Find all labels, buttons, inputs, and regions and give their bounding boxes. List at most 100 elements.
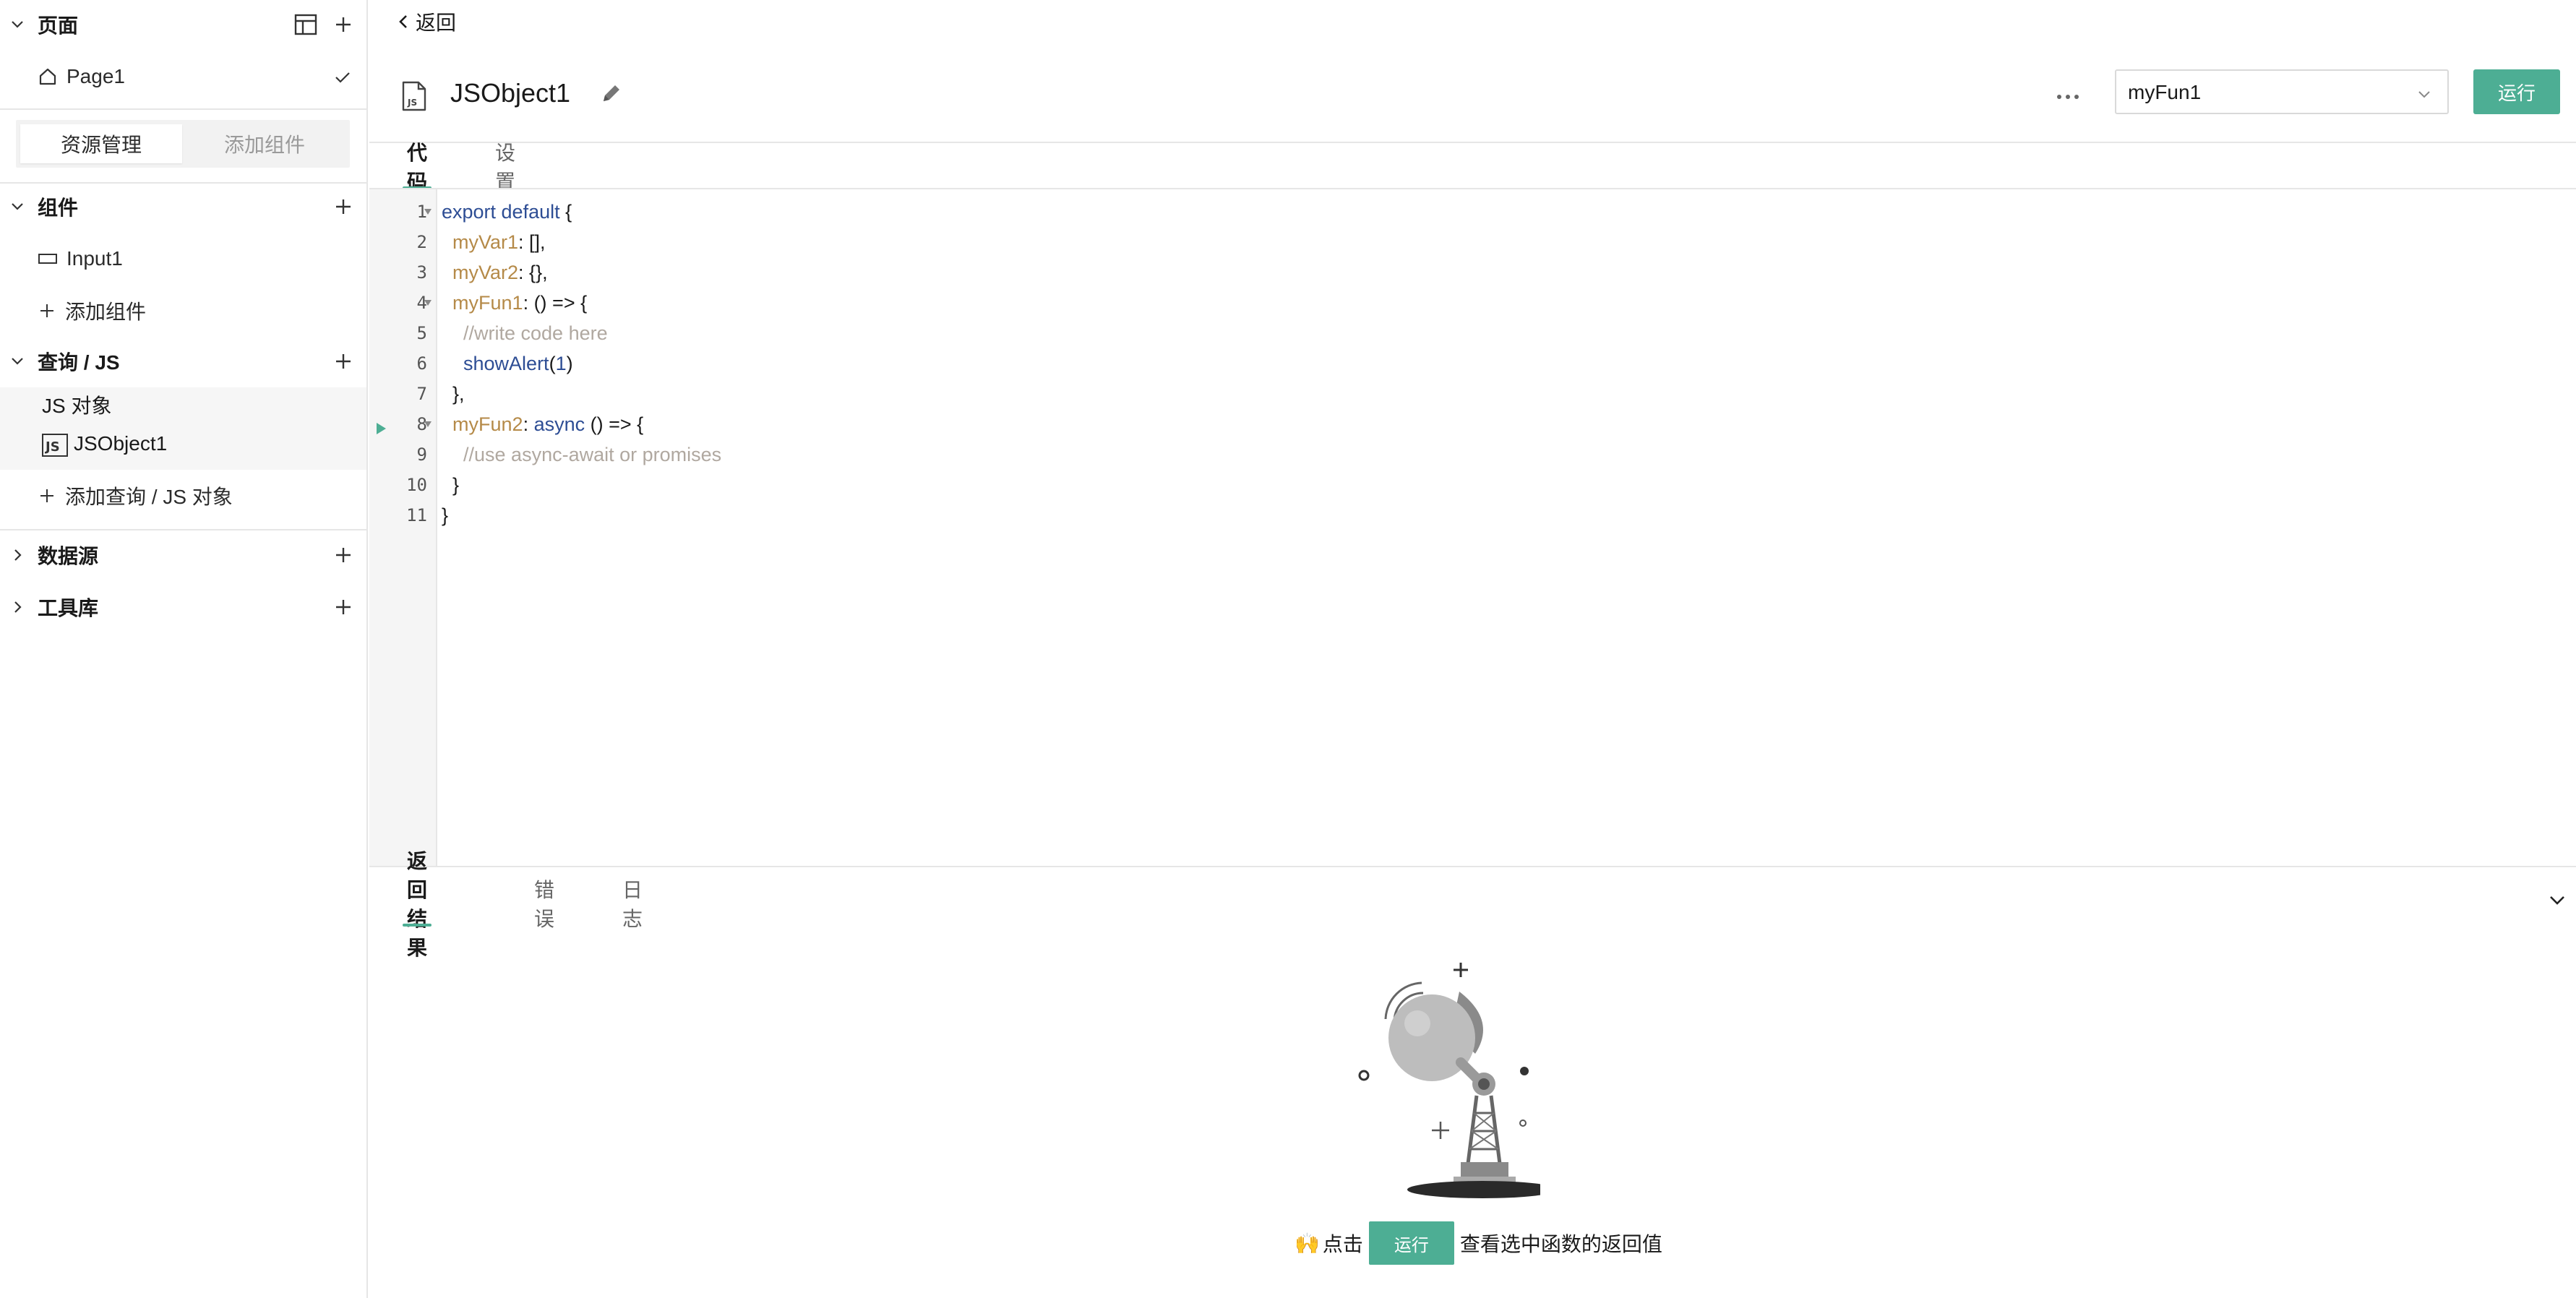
line-number: 2: [416, 232, 427, 252]
input-widget-icon: [38, 249, 58, 269]
widgets-section-header[interactable]: 组件: [0, 185, 366, 228]
raised-hands-icon: 🙌: [1295, 1232, 1320, 1255]
line-number: 4: [416, 293, 427, 313]
hint-suffix-text: 查看选中函数的返回值: [1459, 1233, 1662, 1255]
chevron-down-icon[interactable]: [9, 16, 26, 33]
js-file-icon: JS: [42, 434, 68, 457]
code-line: }: [442, 474, 460, 496]
widget-item-input1[interactable]: Input1: [0, 238, 366, 279]
run-function-gutter-icon[interactable]: [377, 423, 386, 434]
js-object-group: JS 对象 JS JSObject1: [0, 387, 366, 470]
line-number: 5: [416, 323, 427, 343]
code-editor[interactable]: 1 2 3 4 5 6 7 8 9 10 11 export default {…: [369, 189, 2576, 866]
chevron-right-icon[interactable]: [9, 546, 26, 564]
svg-text:JS: JS: [44, 439, 60, 455]
queries-section-header[interactable]: 查询 / JS: [0, 340, 366, 383]
datasources-section-label: 数据源: [38, 545, 99, 567]
add-query-label: 添加查询 / JS 对象: [65, 486, 233, 508]
add-library-icon[interactable]: [333, 597, 353, 617]
line-number-gutter: 1 2 3 4 5 6 7 8 9 10 11: [369, 189, 437, 866]
tab-return-result[interactable]: 返回结果: [403, 850, 432, 959]
code-line: }: [442, 504, 449, 526]
add-widget-label: 添加组件: [65, 301, 147, 323]
check-icon: [333, 68, 352, 87]
main-area: 返回 JS JSObject1 myFun1 运行 代码 设置 1 2 3 4 …: [369, 0, 2576, 1298]
sidebar: 页面 Page1 资源管理 添加组件 组件 Input1 添加组件 查询 / J…: [0, 0, 368, 1298]
page-item-label: Page1: [66, 65, 125, 87]
tab-settings[interactable]: 设置: [495, 142, 515, 193]
line-number: 7: [416, 384, 427, 404]
add-query-link[interactable]: 添加查询 / JS 对象: [38, 481, 233, 510]
active-tab-indicator: [403, 924, 432, 927]
tab-resource-management[interactable]: 资源管理: [20, 124, 182, 163]
fold-arrow-icon[interactable]: [424, 300, 432, 306]
chevron-down-icon[interactable]: [2546, 889, 2569, 912]
tab-logs[interactable]: 日志: [622, 879, 643, 930]
tab-add-widget[interactable]: 添加组件: [184, 124, 345, 163]
fold-arrow-icon[interactable]: [424, 209, 432, 215]
plus-icon: [38, 486, 56, 505]
page-item-page1[interactable]: Page1: [0, 56, 366, 97]
tab-settings-label: 设置: [495, 142, 516, 193]
line-number: 10: [406, 475, 427, 495]
function-select-value: myFun1: [2128, 81, 2202, 103]
chevron-left-icon: [395, 12, 411, 32]
js-object-item-jsobject1[interactable]: JS JSObject1: [0, 425, 366, 465]
code-line: showAlert(1): [463, 353, 573, 374]
tab-logs-label: 日志: [622, 879, 643, 930]
svg-text:JS: JS: [407, 98, 417, 108]
add-datasource-icon[interactable]: [333, 545, 353, 565]
js-group-label: JS 对象: [42, 395, 112, 417]
datasources-section-header[interactable]: 数据源: [0, 533, 366, 577]
code-line: //write code here: [463, 322, 608, 344]
add-widget-icon[interactable]: [333, 197, 353, 217]
pencil-icon[interactable]: [599, 81, 624, 106]
result-panel: 返回结果 错误 日志 🙌 点击 运行 查看选中函数的返回值: [369, 850, 2576, 1298]
chevron-down-icon: [2416, 85, 2433, 103]
line-number: 9: [416, 444, 427, 465]
run-button[interactable]: 运行: [2473, 69, 2560, 114]
tab-return-result-label: 返回结果: [407, 850, 428, 959]
js-file-icon: JS: [401, 81, 427, 111]
code-line: myFun2: async () => {: [452, 413, 644, 435]
js-object-label: JSObject1: [74, 432, 168, 455]
fold-arrow-icon[interactable]: [424, 421, 432, 427]
resource-tab-switch: 资源管理 添加组件: [16, 120, 350, 168]
pages-section-label: 页面: [38, 14, 79, 37]
tab-code[interactable]: 代码: [403, 142, 432, 193]
hint-click-text: 点击: [1322, 1233, 1363, 1255]
plus-icon: [38, 301, 56, 320]
code-line: },: [442, 383, 465, 405]
add-query-icon[interactable]: [333, 351, 353, 371]
home-icon: [38, 66, 58, 87]
chevron-right-icon[interactable]: [9, 598, 26, 616]
function-select[interactable]: myFun1: [2115, 69, 2449, 114]
divider: [0, 108, 366, 110]
widgets-section-label: 组件: [38, 197, 79, 219]
libraries-section-header[interactable]: 工具库: [0, 585, 366, 629]
line-number: 6: [416, 353, 427, 374]
tab-errors[interactable]: 错误: [534, 879, 554, 930]
widget-item-label: Input1: [66, 247, 123, 270]
tab-errors-label: 错误: [534, 879, 555, 930]
back-label: 返回: [416, 12, 457, 34]
back-link[interactable]: 返回: [395, 7, 456, 36]
chevron-down-icon[interactable]: [9, 353, 26, 370]
hint-run-button[interactable]: 运行: [1368, 1221, 1454, 1265]
object-name[interactable]: JSObject1: [450, 78, 570, 108]
divider: [0, 529, 366, 530]
libraries-section-label: 工具库: [38, 597, 99, 619]
add-page-icon[interactable]: [333, 14, 353, 35]
layout-icon[interactable]: [294, 14, 317, 35]
object-title-bar: JS JSObject1 myFun1 运行: [369, 66, 2576, 142]
code-line: export default {: [442, 201, 572, 223]
divider: [0, 182, 366, 184]
run-hint: 🙌 点击 运行 查看选中函数的返回值: [1295, 1220, 1662, 1266]
pages-section-header[interactable]: 页面: [0, 3, 366, 46]
add-widget-link[interactable]: 添加组件: [38, 296, 146, 325]
chevron-down-icon[interactable]: [9, 198, 26, 215]
code-line: //use async-await or promises: [463, 444, 722, 465]
code-line: myFun1: () => {: [452, 292, 588, 314]
more-options-icon[interactable]: [2053, 82, 2082, 111]
code-line: myVar1: [],: [452, 231, 546, 253]
